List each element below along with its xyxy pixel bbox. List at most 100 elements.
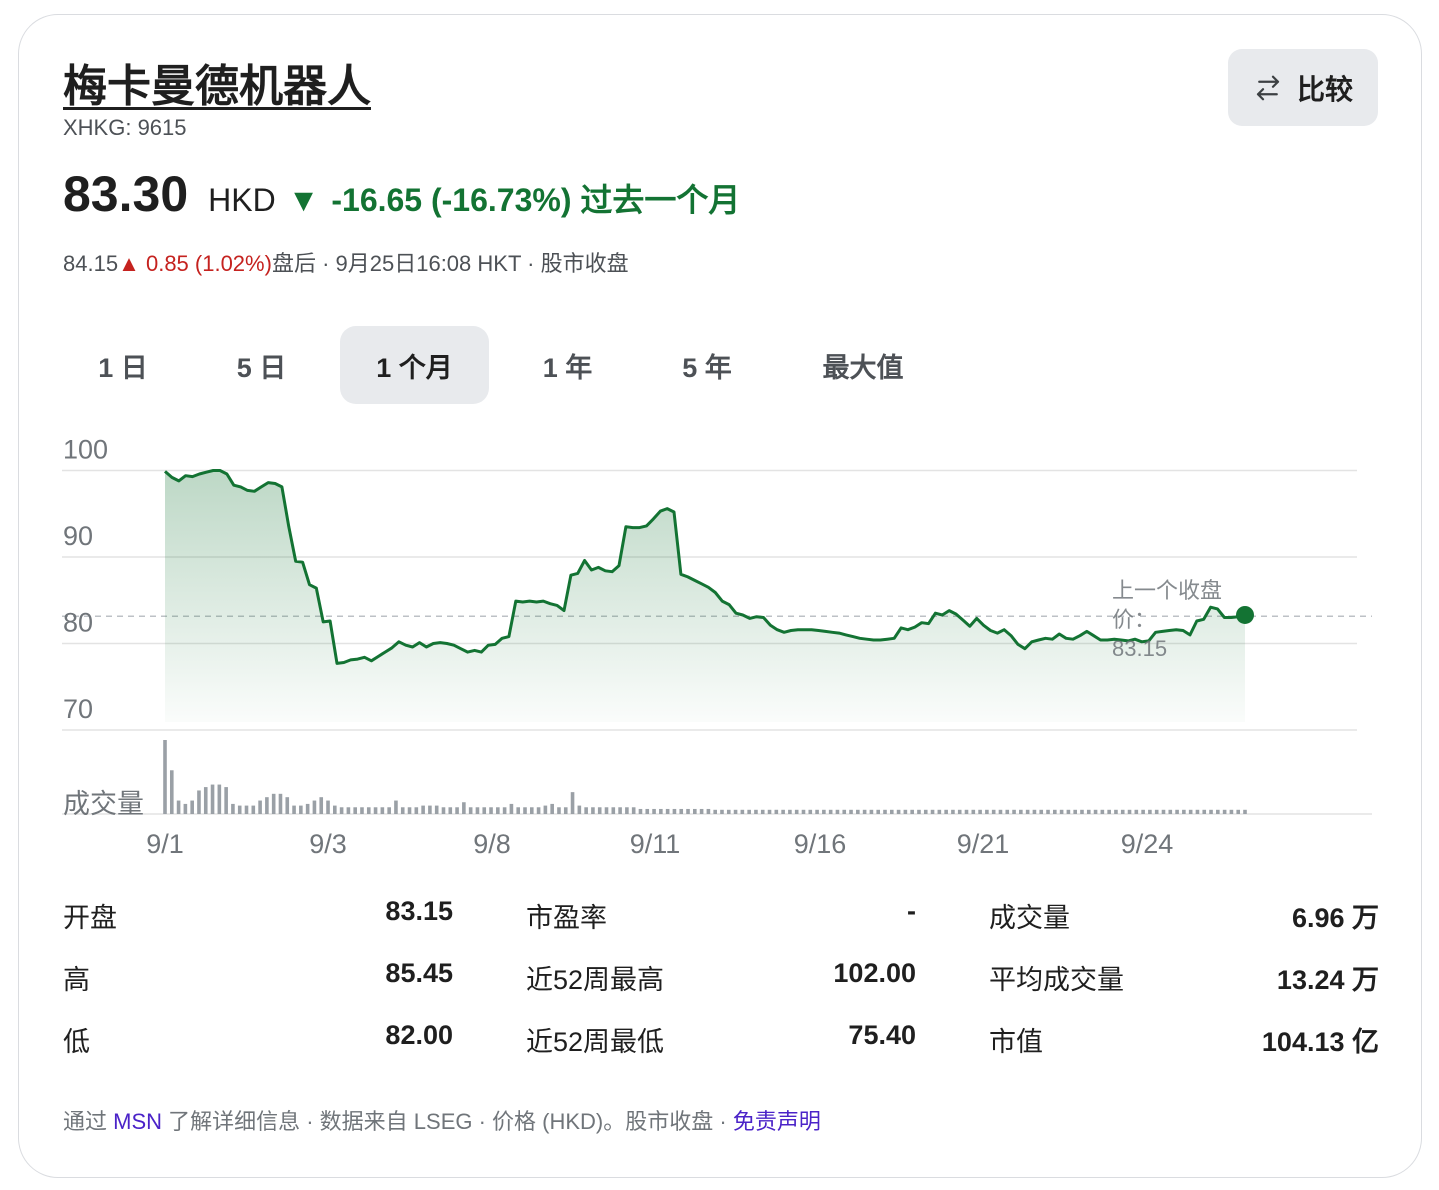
volume-bar bbox=[550, 803, 554, 814]
volume-bar bbox=[1120, 809, 1125, 814]
prev-close-value: 83.15 bbox=[1112, 636, 1167, 661]
volume-bar bbox=[353, 807, 357, 814]
tab-1d[interactable]: 1 日 bbox=[63, 326, 183, 404]
volume-bar bbox=[292, 805, 296, 814]
volume-bar bbox=[577, 805, 582, 814]
volume-bar bbox=[808, 809, 813, 814]
volume-bar bbox=[801, 809, 806, 814]
volume-bar bbox=[312, 800, 317, 814]
volume-bar bbox=[733, 809, 738, 814]
volume-bar bbox=[387, 807, 391, 814]
volume-bar bbox=[740, 809, 745, 814]
volume-bar bbox=[1086, 809, 1091, 814]
volume-bar bbox=[237, 805, 242, 814]
volume-bar bbox=[998, 809, 1003, 814]
volume-bar bbox=[373, 807, 378, 814]
volume-bar bbox=[299, 805, 303, 814]
compare-button[interactable]: 比较 bbox=[1228, 49, 1378, 126]
y-tick-label: 90 bbox=[63, 521, 93, 551]
volume-bar bbox=[760, 809, 765, 814]
volume-bar bbox=[1182, 809, 1186, 814]
volume-bar bbox=[604, 807, 609, 814]
volume-bar bbox=[1209, 809, 1213, 814]
x-tick-label: 9/8 bbox=[473, 829, 511, 859]
volume-bar bbox=[944, 809, 948, 814]
volume-bar bbox=[835, 809, 840, 814]
after-hours-label: 盘后 bbox=[271, 251, 316, 276]
msn-link[interactable]: MSN bbox=[113, 1109, 162, 1134]
volume-bar bbox=[985, 809, 989, 814]
volume-bar bbox=[889, 809, 894, 814]
volume-bar bbox=[923, 809, 928, 814]
volume-bar bbox=[414, 807, 419, 814]
volume-bar bbox=[896, 809, 901, 814]
volume-bar bbox=[747, 809, 751, 814]
x-tick-label: 9/24 bbox=[1121, 829, 1174, 859]
stat-label: 近52周最低 bbox=[526, 1027, 665, 1057]
volume-bar bbox=[971, 809, 976, 814]
volume-bar bbox=[794, 809, 799, 814]
volume-bar bbox=[271, 793, 276, 814]
volume-bar bbox=[1019, 809, 1023, 814]
y-tick-label: 70 bbox=[63, 694, 93, 724]
price-chart[interactable]: 100908070成交量上一个收盘价：83.159/1 9/3 9/8 9/11 9/1… bbox=[0, 420, 1439, 870]
volume-bar bbox=[597, 807, 602, 814]
tab-max[interactable]: 最大值 bbox=[768, 326, 958, 404]
price-area bbox=[165, 470, 1245, 722]
volume-bar bbox=[862, 809, 867, 814]
volume-bar bbox=[1093, 809, 1098, 814]
volume-bar bbox=[1107, 809, 1111, 814]
volume-bar bbox=[618, 807, 622, 814]
volume-bar bbox=[1059, 809, 1064, 814]
stat-label: 开盘 bbox=[63, 903, 117, 933]
tab-5d[interactable]: 5 日 bbox=[183, 326, 340, 404]
volume-bar bbox=[224, 787, 228, 814]
volume-bar bbox=[434, 805, 439, 814]
volume-bar bbox=[482, 807, 487, 814]
volume-bar bbox=[876, 809, 881, 814]
volume-bar bbox=[1134, 809, 1139, 814]
volume-bar bbox=[964, 809, 969, 814]
volume-bar bbox=[1202, 809, 1207, 814]
volume-bar bbox=[169, 770, 174, 814]
volume-bar bbox=[339, 807, 344, 814]
price-change: -16.65 (-16.73%) 过去一个月 bbox=[331, 182, 741, 218]
stat-value: 83.15 bbox=[385, 896, 453, 926]
volume-bar bbox=[726, 809, 731, 814]
volume-bar bbox=[265, 797, 269, 814]
x-tick-label: 9/1 bbox=[146, 829, 184, 859]
tab-1m[interactable]: 1 个月 bbox=[340, 326, 489, 404]
volume-bar bbox=[543, 805, 548, 814]
disclaimer-link[interactable]: 免责声明 bbox=[733, 1109, 821, 1134]
volume-bar bbox=[815, 809, 819, 814]
x-tick-label: 9/11 bbox=[630, 829, 681, 859]
volume-bar bbox=[822, 809, 826, 814]
volume-bar bbox=[1148, 809, 1152, 814]
market-status: 股市收盘 bbox=[540, 251, 629, 276]
timestamp: 9月25日16:08 HKT bbox=[335, 251, 521, 276]
stock-title[interactable]: 梅卡曼德机器人 bbox=[63, 50, 371, 114]
volume-bar bbox=[903, 809, 908, 814]
volume-bar bbox=[645, 808, 650, 814]
volume-bar bbox=[754, 809, 758, 814]
range-tabs: 1 日 5 日 1 个月 1 年 5 年 最大值 bbox=[63, 326, 958, 406]
current-price: 83.30 bbox=[63, 166, 189, 222]
volume-bar bbox=[665, 808, 670, 814]
volume-bar bbox=[489, 807, 493, 814]
stat-value: 6.96 万 bbox=[1291, 903, 1379, 933]
volume-bar bbox=[305, 803, 310, 814]
volume-bar bbox=[468, 807, 473, 814]
currency: HKD bbox=[208, 182, 276, 218]
stat-value: 75.40 bbox=[848, 1020, 916, 1050]
volume-bar bbox=[1141, 809, 1145, 814]
volume-bar bbox=[1046, 809, 1050, 814]
volume-bar bbox=[774, 809, 779, 814]
tab-1y[interactable]: 1 年 bbox=[489, 326, 646, 404]
tab-5y[interactable]: 5 年 bbox=[646, 326, 768, 404]
volume-bar bbox=[455, 807, 459, 814]
footer-middle: 了解详细信息 · 数据来自 LSEG · 价格 (HKD)。股市收盘 · bbox=[162, 1109, 733, 1134]
volume-bar bbox=[258, 800, 262, 814]
footer-prefix: 通过 bbox=[63, 1109, 114, 1134]
volume-bar bbox=[767, 809, 772, 814]
volume-bar bbox=[251, 805, 256, 814]
